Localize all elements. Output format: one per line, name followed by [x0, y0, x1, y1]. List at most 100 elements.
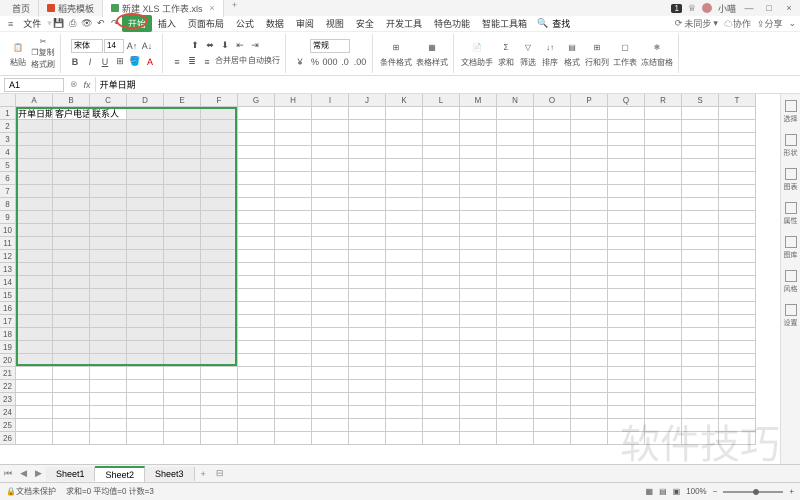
menu-view[interactable]: 视图: [320, 15, 350, 32]
cell[interactable]: [238, 276, 275, 289]
cell[interactable]: [238, 146, 275, 159]
cell[interactable]: [238, 432, 275, 445]
cell[interactable]: [53, 185, 90, 198]
cell[interactable]: [571, 185, 608, 198]
cell[interactable]: [275, 237, 312, 250]
cell[interactable]: [719, 276, 756, 289]
panel-props[interactable]: 属性: [784, 202, 798, 226]
cell[interactable]: [349, 211, 386, 224]
cell[interactable]: [16, 172, 53, 185]
cell[interactable]: [608, 393, 645, 406]
percent-icon[interactable]: %: [308, 55, 322, 69]
menu-security[interactable]: 安全: [350, 15, 380, 32]
cell[interactable]: [571, 328, 608, 341]
cell[interactable]: [682, 172, 719, 185]
cell[interactable]: [719, 133, 756, 146]
row-header[interactable]: 19: [0, 341, 16, 354]
cell[interactable]: [349, 159, 386, 172]
cell[interactable]: [645, 224, 682, 237]
cell[interactable]: [682, 276, 719, 289]
cell[interactable]: [534, 224, 571, 237]
cell[interactable]: [608, 263, 645, 276]
cell[interactable]: [608, 120, 645, 133]
cell[interactable]: [719, 419, 756, 432]
cell[interactable]: [571, 263, 608, 276]
cell[interactable]: [238, 289, 275, 302]
panel-gallery[interactable]: 图库: [784, 236, 798, 260]
cell[interactable]: [238, 172, 275, 185]
sheet-nav-prev[interactable]: ◀: [16, 468, 31, 479]
cell[interactable]: [386, 211, 423, 224]
cell[interactable]: [16, 380, 53, 393]
cell[interactable]: [53, 328, 90, 341]
cell[interactable]: [164, 224, 201, 237]
cell[interactable]: [645, 315, 682, 328]
cell[interactable]: [127, 289, 164, 302]
cell[interactable]: [460, 406, 497, 419]
italic-icon[interactable]: I: [83, 55, 97, 69]
cell[interactable]: [349, 302, 386, 315]
col-header[interactable]: K: [386, 94, 423, 107]
cell[interactable]: [386, 302, 423, 315]
cell[interactable]: [497, 393, 534, 406]
cell[interactable]: [682, 354, 719, 367]
cell[interactable]: [645, 367, 682, 380]
cell[interactable]: [497, 367, 534, 380]
cell[interactable]: [645, 341, 682, 354]
cell[interactable]: [90, 237, 127, 250]
cell[interactable]: [534, 367, 571, 380]
cell[interactable]: [16, 159, 53, 172]
cell[interactable]: [571, 198, 608, 211]
cell[interactable]: [127, 380, 164, 393]
cell[interactable]: [608, 289, 645, 302]
cell[interactable]: [238, 211, 275, 224]
cell[interactable]: [53, 146, 90, 159]
cell[interactable]: [312, 237, 349, 250]
bold-icon[interactable]: B: [68, 55, 82, 69]
cell[interactable]: [164, 276, 201, 289]
minimize-button[interactable]: —: [742, 3, 756, 13]
cell[interactable]: [201, 172, 238, 185]
cell[interactable]: [349, 393, 386, 406]
cell[interactable]: [275, 302, 312, 315]
cell[interactable]: [164, 380, 201, 393]
cell[interactable]: [53, 133, 90, 146]
cell[interactable]: [645, 120, 682, 133]
menu-dev[interactable]: 开发工具: [380, 15, 428, 32]
formula-input[interactable]: 开单日期: [95, 77, 800, 92]
cell[interactable]: [127, 276, 164, 289]
cell[interactable]: [571, 289, 608, 302]
cell[interactable]: [423, 263, 460, 276]
cell[interactable]: [682, 289, 719, 302]
col-header[interactable]: P: [571, 94, 608, 107]
cell[interactable]: [312, 276, 349, 289]
row-header[interactable]: 12: [0, 250, 16, 263]
cell[interactable]: [127, 107, 164, 120]
border-icon[interactable]: ⊞: [113, 55, 127, 69]
col-header[interactable]: O: [534, 94, 571, 107]
zoom-in-icon[interactable]: +: [789, 487, 794, 496]
cell[interactable]: [571, 393, 608, 406]
cell[interactable]: [460, 250, 497, 263]
row-header[interactable]: 21: [0, 367, 16, 380]
row-header[interactable]: 9: [0, 211, 16, 224]
fx-icon[interactable]: fx: [80, 80, 95, 90]
cell[interactable]: [460, 432, 497, 445]
spreadsheet-grid[interactable]: ABCDEFGHIJKLMNOPQRST1开单日期客户电话联系人23456789…: [0, 94, 800, 464]
cell[interactable]: [645, 172, 682, 185]
freeze-icon[interactable]: ❄: [648, 40, 666, 56]
cell[interactable]: [682, 393, 719, 406]
cell[interactable]: [275, 276, 312, 289]
cell[interactable]: [423, 393, 460, 406]
cell[interactable]: [423, 315, 460, 328]
cell[interactable]: [238, 380, 275, 393]
row-header[interactable]: 6: [0, 172, 16, 185]
cell[interactable]: 联系人: [90, 107, 127, 120]
cell[interactable]: [53, 367, 90, 380]
cell[interactable]: [164, 237, 201, 250]
cell[interactable]: [53, 250, 90, 263]
cell[interactable]: [238, 107, 275, 120]
cell[interactable]: [201, 250, 238, 263]
row-header[interactable]: 13: [0, 263, 16, 276]
cell[interactable]: [164, 133, 201, 146]
